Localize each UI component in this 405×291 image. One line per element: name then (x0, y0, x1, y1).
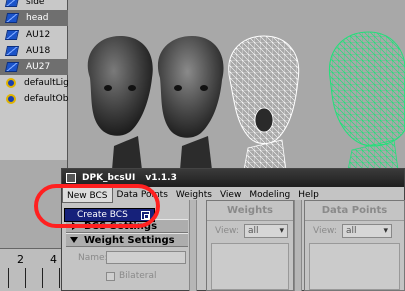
camera-icon (4, 13, 20, 23)
set-icon (6, 78, 16, 88)
view-label: View: (313, 226, 337, 236)
panel-title: Weights (207, 201, 293, 221)
head-model-shaded-2[interactable] (157, 36, 224, 170)
window-menu-icon[interactable] (66, 173, 76, 183)
pane-separator[interactable] (189, 200, 197, 291)
outliner-item-defaultlight[interactable]: defaultLigl (0, 75, 68, 91)
menu-data-points[interactable]: Data Points (113, 187, 172, 203)
outliner-item-label: defaultLigl (24, 78, 68, 88)
weights-view-select[interactable]: all (244, 224, 288, 238)
head-model-wireframe-white[interactable] (228, 35, 300, 170)
datapoints-list[interactable] (309, 243, 400, 290)
expand-arrow-icon (72, 222, 78, 230)
weights-panel: Weights View: all (206, 200, 294, 291)
weight-settings-section[interactable]: Weight Settings (66, 233, 188, 247)
bilateral-label: Bilateral (119, 271, 157, 281)
outliner-item-au18[interactable]: AU18 (0, 43, 68, 59)
frame-tick (59, 268, 60, 288)
panel-title: Data Points (305, 201, 404, 221)
frame-number: 4 (50, 253, 57, 266)
time-slider[interactable]: 2 4 (0, 248, 68, 291)
frame-tick (25, 268, 26, 288)
bilateral-checkbox[interactable] (106, 272, 115, 281)
head-model-shaded-1[interactable] (87, 36, 153, 170)
new-bcs-dropdown: Create BCS (64, 208, 155, 222)
outliner-item-label: AU18 (26, 46, 51, 56)
outliner-item-label: AU12 (26, 30, 51, 40)
window-version: v1.1.3 (145, 173, 177, 183)
menu-new-bcs[interactable]: New BCS (62, 187, 113, 203)
name-label: Name: (78, 253, 108, 263)
mesh-icon (4, 46, 20, 56)
camera-icon (4, 0, 20, 7)
collapse-arrow-icon (70, 237, 78, 243)
outliner-item-label: defaultObj (24, 94, 68, 104)
menu-item-create-bcs[interactable]: Create BCS (77, 210, 128, 220)
option-box-icon[interactable] (141, 211, 150, 220)
set-icon (6, 94, 16, 104)
frame-tick (8, 268, 9, 288)
mesh-icon (4, 62, 20, 72)
view-label: View: (215, 226, 239, 236)
data-points-panel: Data Points View: all (304, 200, 405, 291)
datapoints-view-select[interactable]: all (342, 224, 392, 238)
section-title: Weight Settings (84, 234, 175, 246)
outliner-item-label: AU27 (26, 62, 51, 72)
name-field[interactable] (106, 251, 186, 264)
weights-list[interactable] (211, 243, 289, 290)
pane-separator[interactable] (294, 200, 302, 291)
outliner-item-label: side (26, 0, 45, 7)
outliner-item-defaultobject[interactable]: defaultObj (0, 91, 68, 107)
outliner-panel: side head AU12 AU18 AU27 defaultLigl def… (0, 0, 68, 160)
mesh-icon (4, 30, 20, 40)
window-title: DPK_bcsUI (82, 173, 136, 183)
outliner-item-au27[interactable]: AU27 (0, 59, 68, 75)
outliner-item-label: head (26, 13, 49, 23)
3d-viewport[interactable] (68, 0, 405, 170)
frame-tick (42, 268, 43, 288)
frame-number: 2 (17, 253, 24, 266)
section-title: BCS Settings (84, 220, 158, 232)
outliner-item-head[interactable]: head (0, 10, 68, 26)
window-titlebar[interactable]: DPK_bcsUI v1.1.3 (62, 169, 404, 187)
outliner-item-au12[interactable]: AU12 (0, 27, 68, 43)
outliner-item-side[interactable]: side (0, 0, 68, 10)
head-model-wireframe-green[interactable] (328, 31, 405, 170)
